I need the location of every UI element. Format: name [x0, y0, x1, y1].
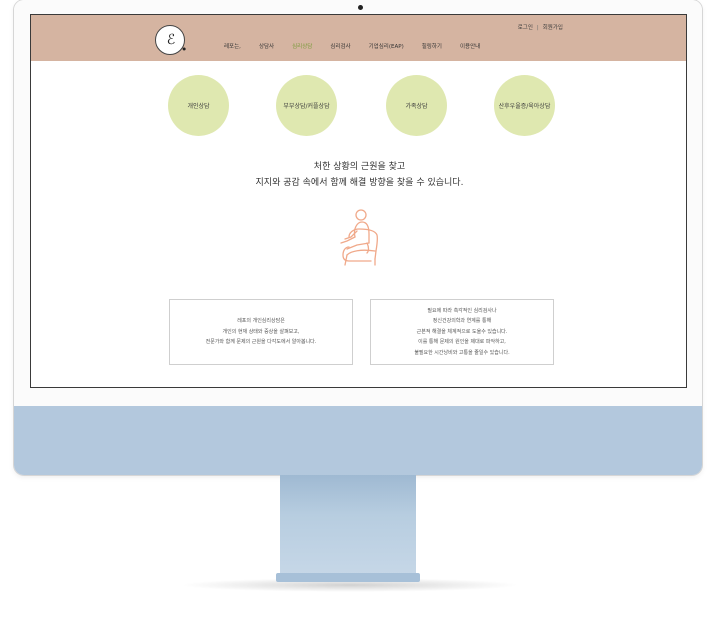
logo[interactable]: ℰ ● [155, 25, 187, 55]
service-postpartum[interactable]: 산후우울증/육아상담 [494, 75, 555, 136]
nav-item-about[interactable]: 레포는, [224, 42, 241, 50]
main-nav: 레포는, 상담사 심리상담 심리검사 기업심리(EAP) 힐링하기 이용안내 [224, 42, 480, 50]
info-left-line-3: 전문가와 함께 문제의 근원을 다각도에서 알아봅니다. [205, 339, 317, 346]
signup-link[interactable]: 회원가입 [543, 25, 563, 31]
info-left-line-2: 개인의 현재 상태와 증상을 살펴보고, [222, 328, 300, 335]
utility-links: 로그인 | 회원가입 [518, 23, 563, 31]
camera-dot [358, 5, 363, 10]
nav-item-counseling[interactable]: 심리상담 [292, 42, 312, 50]
nav-item-healing[interactable]: 힐링하기 [422, 42, 442, 50]
site-header: ℰ ● 로그인 | 회원가입 레포는, 상담사 심리상담 심리검사 기업심리(EAP… [31, 15, 686, 61]
info-box-right: 필요에 따라 측각적인 심리검사나 정신건강의학과 연계를 통해 근본적 해결을… [370, 299, 554, 365]
monitor-chin [14, 406, 702, 475]
logo-mark: ℰ [166, 32, 176, 48]
person-on-chair-icon [331, 207, 387, 271]
info-right-line-2: 정신건강의학과 연계를 통해 [432, 318, 492, 325]
info-right-line-3: 근본적 해결을 체계적으로 도울수 있습니다. [416, 328, 508, 335]
logo-dot: ● [182, 46, 187, 51]
info-box-left: 레포의 개인심리상담은 개인의 현재 상태와 증상을 살펴보고, 전문가와 함께… [169, 299, 353, 365]
headline-line-1: 처한 상황의 근원을 찾고 [313, 162, 406, 172]
monitor-stand [280, 475, 416, 575]
screen: ℰ ● 로그인 | 회원가입 레포는, 상담사 심리상담 심리검사 기업심리(EAP… [30, 14, 687, 388]
info-left-line-1: 레포의 개인심리상담은 [237, 318, 285, 325]
service-couple[interactable]: 부부상담/커플상담 [276, 75, 337, 136]
info-right-line-4: 이를 통해 문제의 원인을 제대로 파악하고, [418, 339, 506, 346]
monitor: ℰ ● 로그인 | 회원가입 레포는, 상담사 심리상담 심리검사 기업심리(EAP… [14, 0, 702, 475]
login-link[interactable]: 로그인 [518, 25, 533, 31]
monitor-bezel: ℰ ● 로그인 | 회원가입 레포는, 상담사 심리상담 심리검사 기업심리(EAP… [14, 0, 702, 406]
service-individual[interactable]: 개인상담 [168, 75, 229, 136]
nav-item-eap[interactable]: 기업심리(EAP) [369, 42, 404, 50]
service-family[interactable]: 가족상담 [386, 75, 447, 136]
nav-item-counselors[interactable]: 상담사 [259, 42, 274, 50]
nav-item-tests[interactable]: 심리검사 [330, 42, 350, 50]
headline-line-2: 지지와 공감 속에서 함께 해결 방향을 찾을 수 있습니다. [255, 178, 464, 188]
monitor-stand-foot [276, 573, 420, 582]
utility-divider: | [536, 25, 539, 31]
info-right-line-1: 필요에 따라 측각적인 심리검사나 [427, 307, 497, 314]
nav-item-guide[interactable]: 이용안내 [460, 42, 480, 50]
info-right-line-5: 불필요한 시간낭비와 고통을 줄일수 있습니다. [414, 349, 510, 356]
